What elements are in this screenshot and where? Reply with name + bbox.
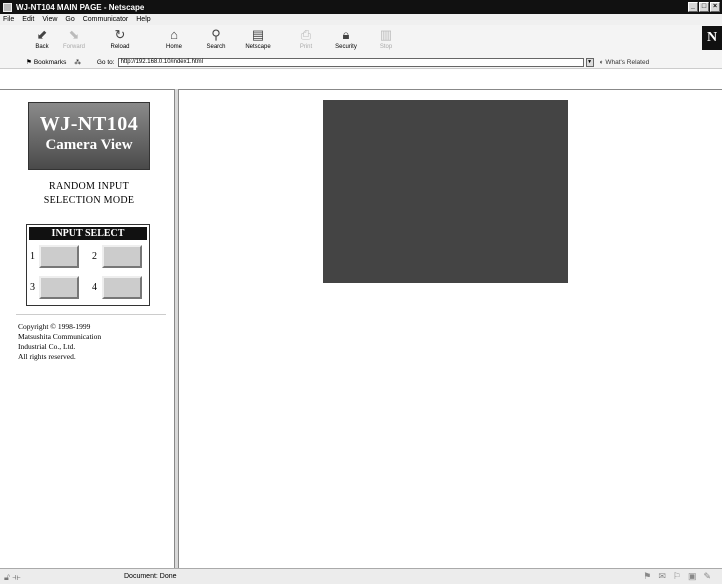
input-3-button[interactable] [39,276,79,299]
camera-image [323,100,568,283]
input-number-3: 3 [30,282,35,293]
forward-arrow-icon: ⬊ [68,27,80,42]
input-number-1: 1 [30,251,35,262]
status-text: Document: Done [124,573,177,580]
print-icon: ⎙ [300,27,312,42]
window-title: WJ-NT104 MAIN PAGE - Netscape [16,2,145,12]
security-button[interactable]: 🔒︎ Security [330,27,362,57]
input-select-panel: INPUT SELECT 1 2 3 4 [26,224,150,306]
security-status-icon[interactable]: 🔓︎ ⟛ [4,572,21,583]
goto-label: Go to: [96,58,115,66]
input-1-button[interactable] [39,245,79,268]
navigation-toolbar: ⬋ Back ⬊ Forward ↻ Reload ⌂ Home ⚲ Searc… [0,25,722,69]
status-bar: 🔓︎ ⟛ Document: Done ⚑✉⚐▣✎ [0,568,722,584]
back-button[interactable]: ⬋ Back [26,27,58,57]
bookmark-icon: ⚑ [26,59,32,66]
location-icon[interactable]: ⁂ [74,58,81,66]
menu-bar: File Edit View Go Communicator Help [0,14,722,25]
related-icon: ◐ [599,58,604,66]
logo-subtitle: Camera View [45,137,133,153]
bookmarks-button[interactable]: ⚑ Bookmarks [26,58,66,67]
stop-button[interactable]: ▥ Stop [370,27,402,57]
reload-button[interactable]: ↻ Reload [104,27,136,57]
menu-communicator[interactable]: Communicator [83,16,129,23]
logo-title: WJ-NT104 [39,113,139,135]
stop-icon: ▥ [379,27,393,42]
back-arrow-icon: ⬋ [36,27,48,42]
selection-mode-text: RANDOM INPUT SELECTION MODE [43,181,135,206]
url-input[interactable]: http://192.168.0.10/index1.html [117,57,584,67]
whats-related-button[interactable]: ◐ What's Related [600,59,650,66]
reload-icon: ↻ [114,27,126,42]
home-icon: ⌂ [170,27,178,42]
url-dropdown-icon[interactable]: ▼ [585,57,594,67]
copyright-notice: Copyright © 1998-1999 Matsushita Communi… [18,322,102,361]
component-bar-icons[interactable]: ⚑✉⚐▣✎ [643,571,718,582]
search-button[interactable]: ⚲ Search [200,27,232,57]
print-button[interactable]: ⎙ Print [290,27,322,57]
netscape-logo[interactable]: N [702,26,722,50]
input-number-4: 4 [92,282,97,293]
divider [16,314,166,315]
close-button[interactable]: × [710,2,720,12]
search-icon: ⚲ [211,27,221,42]
menu-view[interactable]: View [42,16,57,23]
menu-go[interactable]: Go [65,16,74,23]
netscape-button[interactable]: ▤ Netscape [242,27,274,57]
menu-edit[interactable]: Edit [22,16,34,23]
netscape-app-icon [3,2,12,12]
maximize-button[interactable]: □ [699,2,709,12]
netscape-icon: ▤ [251,27,265,42]
input-4-button[interactable] [102,276,142,299]
minimize-button[interactable]: _ [688,2,698,12]
forward-button[interactable]: ⬊ Forward [58,27,90,57]
home-button[interactable]: ⌂ Home [158,27,190,57]
location-bar: ⚑ Bookmarks ⁂ Go to: http://192.168.0.10… [0,56,722,68]
right-frame [179,90,722,567]
left-frame: WJ-NT104 Camera View RANDOM INPUT SELECT… [4,90,174,567]
security-icon: 🔒︎ [342,27,350,42]
menu-help[interactable]: Help [136,16,150,23]
menu-file[interactable]: File [3,16,14,23]
input-number-2: 2 [92,251,97,262]
input-select-title: INPUT SELECT [29,227,147,240]
window-title-bar[interactable]: WJ-NT104 MAIN PAGE - Netscape _ □ × [0,0,722,14]
product-logo: WJ-NT104 Camera View [28,102,150,170]
input-2-button[interactable] [102,245,142,268]
